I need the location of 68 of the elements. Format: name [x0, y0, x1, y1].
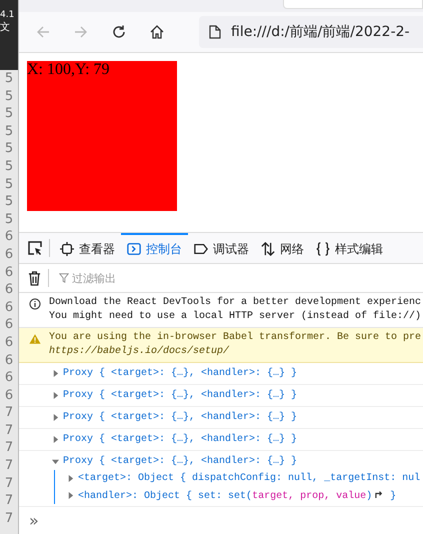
line-number: 5 [4, 70, 14, 88]
expand-arrow-icon[interactable] [67, 492, 74, 499]
line-number: 7 [4, 404, 14, 422]
network-icon [261, 242, 275, 256]
line-number: 5 [4, 88, 14, 106]
line-number: 5 [4, 158, 14, 176]
line-number: 5 [4, 193, 14, 211]
line-number: 5 [4, 140, 14, 158]
braces-icon [316, 242, 330, 256]
filter-field[interactable]: 过滤输出 [72, 272, 192, 284]
line-number: 6 [4, 264, 14, 282]
window-title: 4.1 [0, 9, 16, 20]
proxy-object[interactable]: Proxy { <target>: {…}, <handler>: {…} } [63, 456, 298, 467]
proxy-object[interactable]: Proxy { <target>: {…}, <handler>: {…} } [63, 368, 298, 379]
proxy-object[interactable]: Proxy { <target>: {…}, <handler>: {…} } [63, 434, 298, 445]
line-number: 6 [4, 298, 14, 316]
line-number: 7 [4, 474, 14, 492]
pick-element-icon[interactable] [27, 240, 43, 256]
line-number: 5 [4, 176, 14, 194]
proxy-object[interactable]: Proxy { <target>: {…}, <handler>: {…} } [63, 412, 298, 423]
filter-icon [59, 273, 69, 283]
line-number: 6 [4, 281, 14, 299]
line-number: 6 [4, 369, 14, 387]
line-number: 7 [4, 439, 14, 458]
console-icon [127, 242, 141, 256]
expand-arrow-icon[interactable] [52, 370, 59, 377]
debugger-icon [194, 242, 208, 256]
collapse-arrow-icon[interactable] [52, 458, 59, 465]
line-number: 5 [4, 122, 14, 140]
address-field[interactable]: file:///d:/前端/前端/2022-2- [199, 16, 423, 48]
expand-arrow-icon[interactable] [52, 414, 59, 421]
devtools-tab[interactable]: 样式编辑 [310, 233, 389, 263]
expand-arrow-icon[interactable] [67, 475, 74, 482]
line-number: 7 [4, 422, 14, 440]
proxy-object[interactable]: Proxy { <target>: {…}, <handler>: {…} } [63, 390, 298, 401]
object-property[interactable]: <target>: Object { dispatchConfig: null, _targetInst: nul [78, 473, 420, 484]
arrow-icon[interactable] [375, 489, 384, 498]
home-icon[interactable] [149, 24, 165, 40]
warning-message: You are using the in-browser Babel transformer. Be sure to pre [49, 331, 422, 345]
line-number: 7 [4, 457, 14, 475]
line-number: 5 [4, 210, 14, 228]
inspector-icon [60, 242, 74, 256]
line-number: 7 [4, 492, 14, 510]
line-number: 6 [4, 334, 14, 352]
coordinates-text: X: 100,Y: 79 [27, 61, 110, 78]
menu-item[interactable]: 文 [0, 20, 18, 34]
devtools-tab[interactable]: 查看器 [54, 233, 121, 263]
line-number: 6 [4, 316, 14, 334]
line-number: 6 [4, 352, 14, 370]
warning-icon [29, 333, 41, 345]
devtools-tab[interactable]: 控制台 [121, 233, 188, 263]
info-icon [29, 298, 41, 310]
object-property[interactable]: <handler>: Object { set: set(target, prop, value) } [78, 489, 396, 502]
file-icon [209, 25, 221, 39]
devtools-tab[interactable]: 调试器 [188, 233, 255, 263]
line-number: 5 [4, 105, 14, 123]
line-number: 7 [4, 510, 14, 528]
expand-arrow-icon[interactable] [52, 392, 59, 399]
trash-icon[interactable] [28, 270, 41, 286]
reload-icon[interactable] [111, 24, 127, 40]
log-message: Download the React DevTools for a better development experienc You might need to use a local HTTP server (instead of file://) [49, 296, 422, 324]
console-prompt[interactable]: » [29, 511, 39, 530]
devtools-tab[interactable]: 网络 [255, 233, 310, 263]
docs-link[interactable]: https://babeljs.io/docs/setup/ [49, 345, 230, 359]
line-number: 6 [4, 228, 14, 246]
expand-arrow-icon[interactable] [52, 436, 59, 443]
line-number: 6 [4, 246, 14, 264]
line-number: 6 [4, 386, 14, 404]
